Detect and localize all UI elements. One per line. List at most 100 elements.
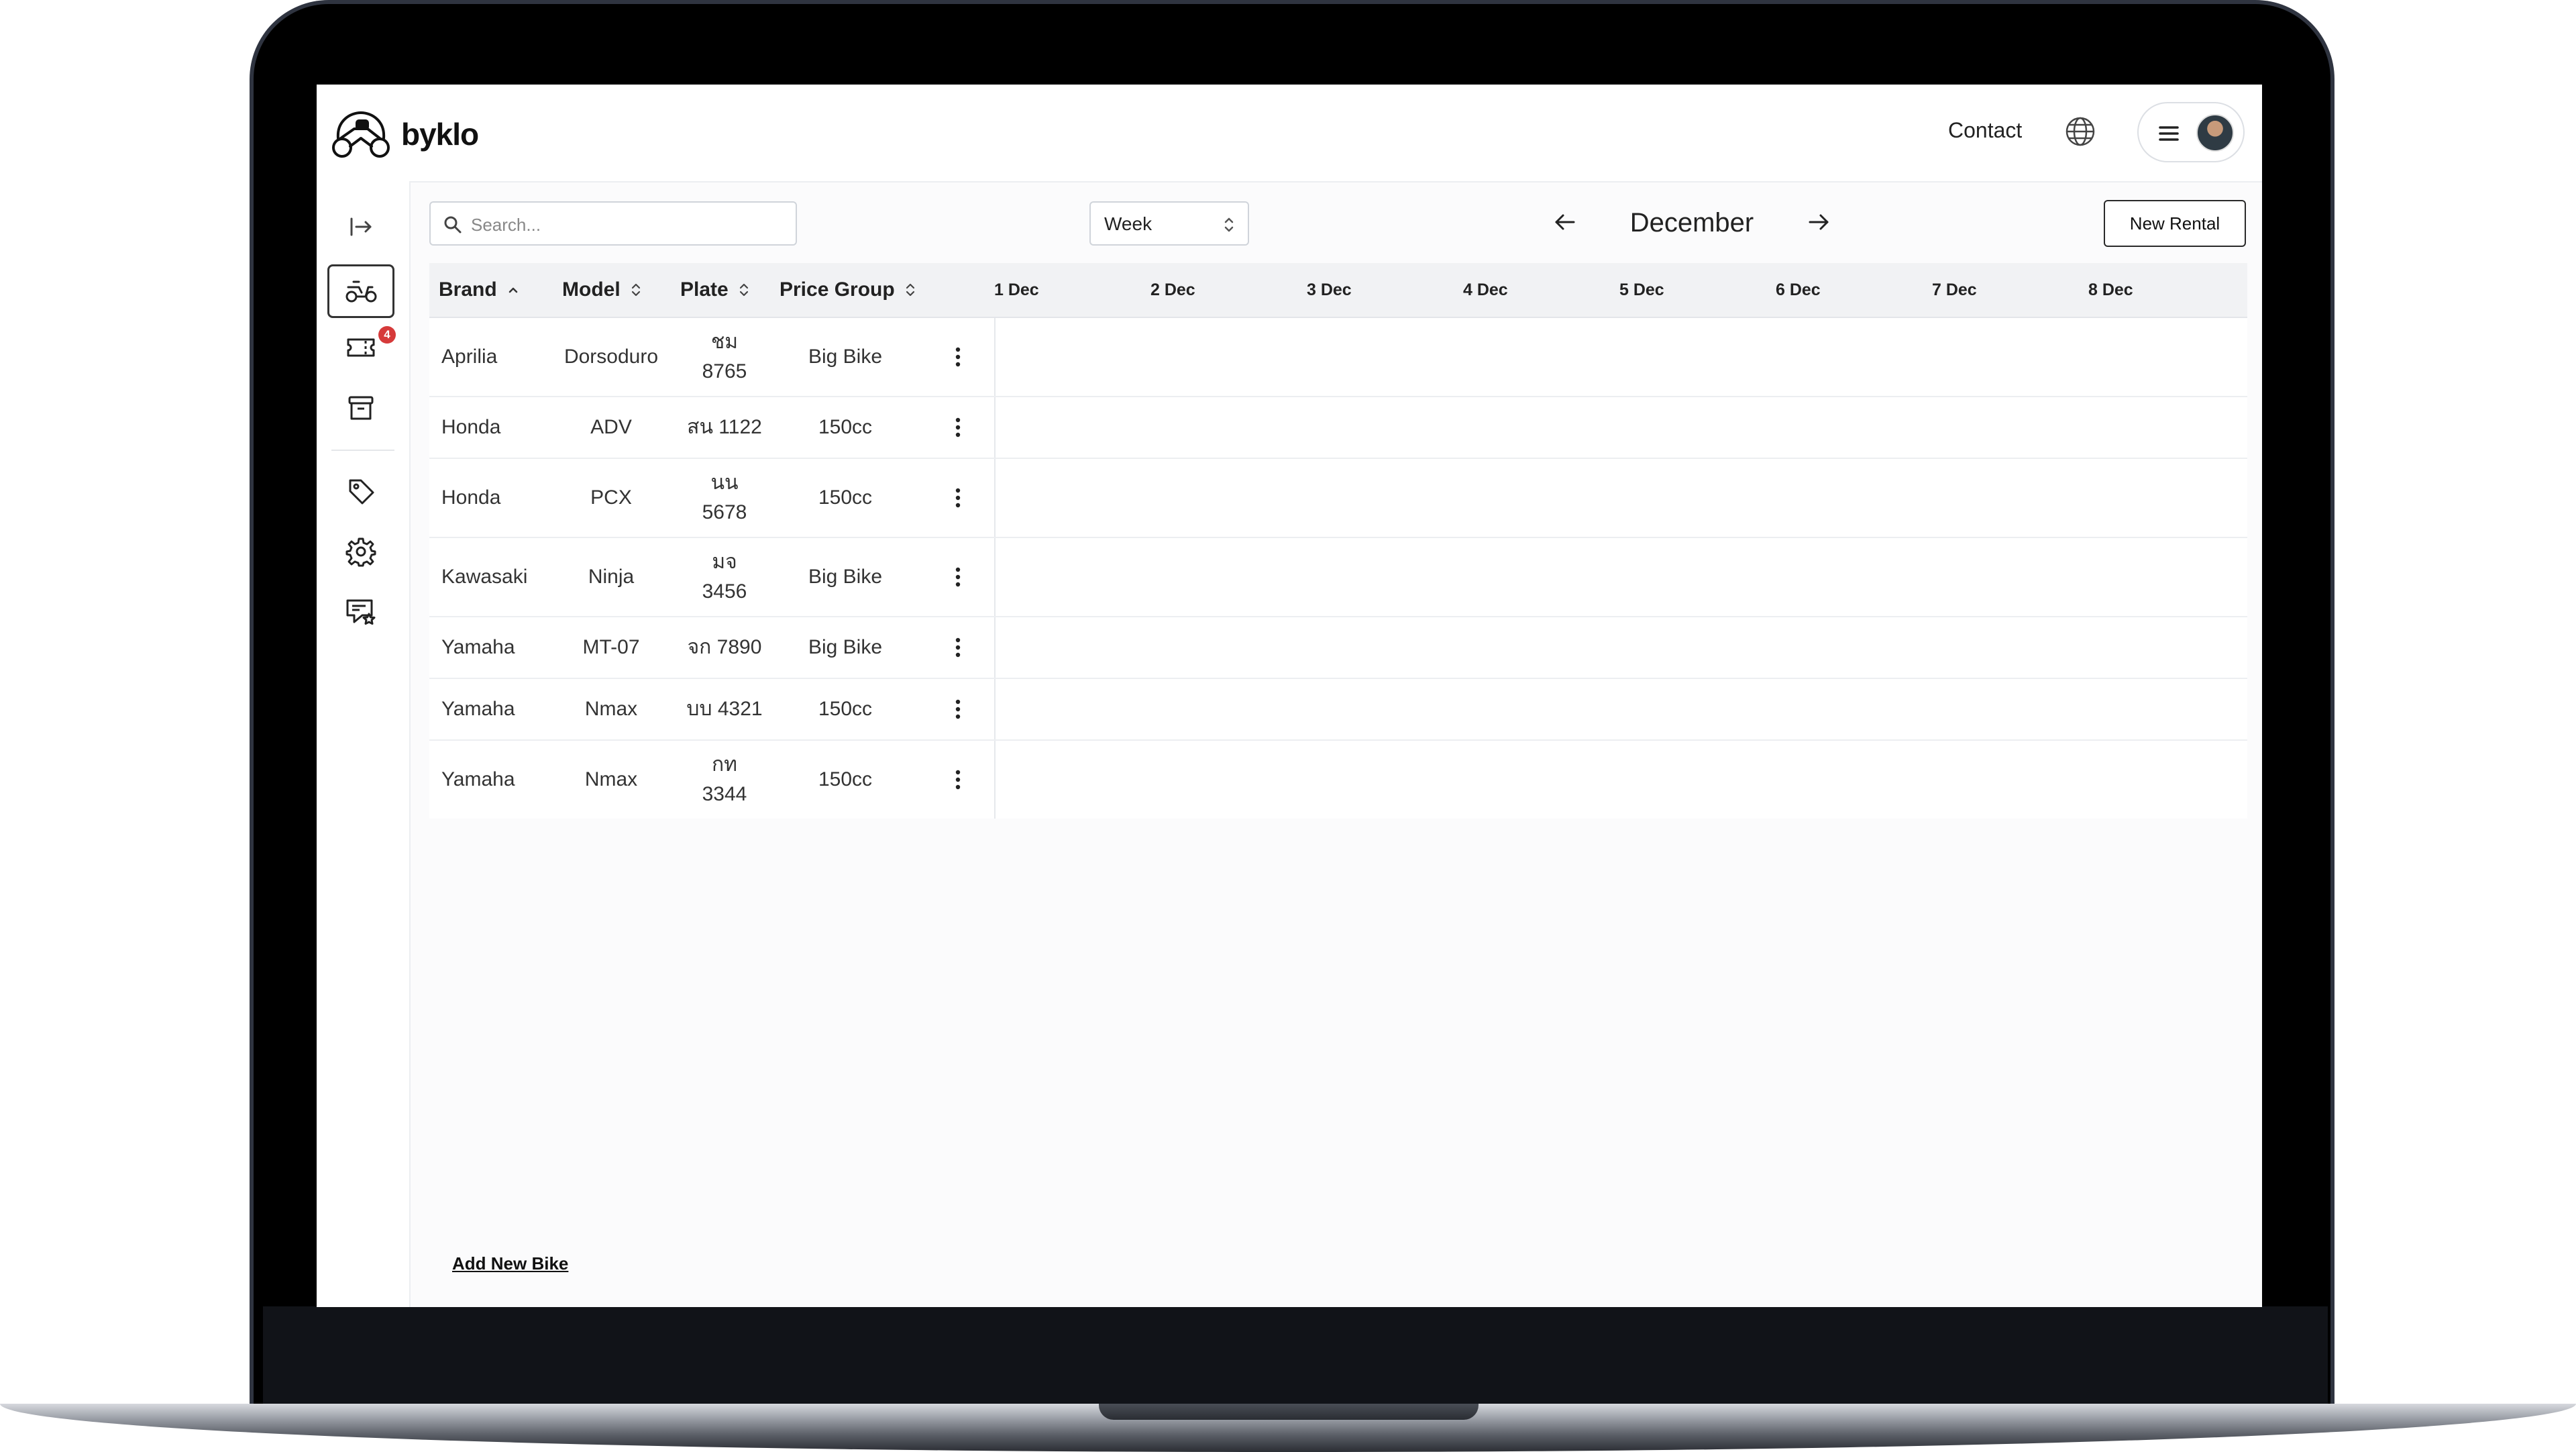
table-row[interactable]: Honda ADV สน 1122 150cc bbox=[429, 397, 2247, 459]
cell-price-group: Big Bike bbox=[808, 636, 883, 658]
row-menu-icon[interactable] bbox=[954, 318, 962, 396]
sidebar-item-archive[interactable] bbox=[327, 382, 394, 436]
table-row[interactable]: Yamaha Nmax กท 3344 150cc bbox=[429, 741, 2247, 819]
table-header: Brand Model Plate Price Group 1 Dec 2 De… bbox=[429, 263, 2247, 318]
sidebar-item-rentals[interactable]: 4 bbox=[327, 322, 396, 376]
column-header-brand[interactable]: Brand bbox=[439, 263, 520, 317]
sidebar-expand-button[interactable] bbox=[327, 201, 394, 255]
globe-icon[interactable] bbox=[2064, 115, 2096, 151]
month-label: December bbox=[1629, 208, 1754, 238]
column-header-model[interactable]: Model bbox=[562, 263, 642, 317]
column-divider bbox=[994, 318, 996, 396]
up-down-chevron-icon bbox=[1222, 216, 1236, 237]
row-menu-icon[interactable] bbox=[954, 397, 962, 458]
cell-brand: Kawasaki bbox=[441, 566, 528, 588]
cell-price-group: 150cc bbox=[818, 698, 873, 720]
row-menu-icon[interactable] bbox=[954, 741, 962, 819]
cell-plate: จก 7890 bbox=[687, 636, 762, 658]
view-select[interactable]: Week bbox=[1089, 201, 1249, 246]
cell-plate: มจ 3456 bbox=[702, 551, 747, 603]
column-header-price-group[interactable]: Price Group bbox=[780, 263, 916, 317]
hamburger-icon bbox=[2157, 122, 2180, 148]
app-name: byklo bbox=[401, 117, 479, 152]
cell-price-group: Big Bike bbox=[808, 346, 883, 368]
laptop-bezel bbox=[263, 1306, 2328, 1409]
cell-model: Dorsoduro bbox=[564, 346, 659, 368]
cell-price-group: Big Bike bbox=[808, 566, 883, 588]
add-new-bike-link[interactable]: Add New Bike bbox=[452, 1253, 568, 1274]
tag-icon bbox=[346, 476, 376, 509]
new-rental-button[interactable]: New Rental bbox=[2104, 200, 2246, 247]
table-row[interactable]: Honda PCX นน 5678 150cc bbox=[429, 459, 2247, 538]
table-row[interactable]: Aprilia Dorsoduro ชม 8765 Big Bike bbox=[429, 318, 2247, 397]
sidebar-item-bikes[interactable] bbox=[327, 264, 394, 318]
day-header: 8 Dec bbox=[2088, 280, 2133, 299]
cell-brand: Yamaha bbox=[441, 698, 515, 720]
archive-icon bbox=[346, 393, 376, 426]
row-menu-icon[interactable] bbox=[954, 538, 962, 616]
column-divider bbox=[994, 459, 996, 537]
search-icon bbox=[444, 216, 462, 234]
column-divider bbox=[994, 397, 996, 458]
sort-icon bbox=[631, 283, 640, 297]
day-header: 6 Dec bbox=[1776, 280, 1821, 299]
cell-price-group: 150cc bbox=[818, 768, 873, 790]
laptop-notch bbox=[1099, 1404, 1479, 1420]
cell-brand: Yamaha bbox=[441, 768, 515, 790]
column-header-plate[interactable]: Plate bbox=[680, 263, 750, 317]
scooter-icon bbox=[344, 275, 378, 308]
cell-model: Ninja bbox=[588, 566, 635, 588]
sidebar-item-pricing[interactable] bbox=[327, 466, 394, 519]
logo[interactable]: byklo bbox=[330, 109, 479, 160]
column-divider bbox=[994, 617, 996, 678]
row-menu-icon[interactable] bbox=[954, 679, 962, 739]
app-screen: byklo Contact 4 Search... Week December … bbox=[317, 85, 2262, 1307]
avatar bbox=[2196, 114, 2234, 152]
cell-brand: Honda bbox=[441, 416, 501, 438]
row-menu-icon[interactable] bbox=[954, 459, 962, 537]
arrow-right-icon[interactable] bbox=[1805, 208, 1833, 240]
cell-price-group: 150cc bbox=[818, 486, 873, 509]
cell-model: Nmax bbox=[584, 698, 638, 720]
contact-link[interactable]: Contact bbox=[1948, 118, 2022, 143]
table-row[interactable]: Yamaha Nmax บบ 4321 150cc bbox=[429, 679, 2247, 741]
cell-model: ADV bbox=[590, 416, 632, 438]
sidebar: 4 bbox=[317, 181, 411, 1307]
cell-model: MT-07 bbox=[582, 636, 640, 658]
column-divider bbox=[994, 538, 996, 616]
cell-plate: ชม 8765 bbox=[702, 331, 747, 382]
day-header: 2 Dec bbox=[1150, 280, 1195, 299]
day-header: 3 Dec bbox=[1307, 280, 1352, 299]
search-input[interactable] bbox=[470, 209, 788, 240]
sidebar-item-settings[interactable] bbox=[327, 526, 394, 580]
cell-plate: บบ 4321 bbox=[686, 698, 763, 720]
search-field[interactable] bbox=[429, 201, 797, 246]
view-select-value: Week bbox=[1104, 213, 1152, 234]
top-bar: byklo Contact bbox=[317, 85, 2262, 183]
table-row[interactable]: Yamaha MT-07 จก 7890 Big Bike bbox=[429, 617, 2247, 679]
cell-model: Nmax bbox=[584, 768, 638, 790]
gear-icon bbox=[345, 536, 376, 570]
row-menu-icon[interactable] bbox=[954, 617, 962, 678]
table-row[interactable]: Kawasaki Ninja มจ 3456 Big Bike bbox=[429, 538, 2247, 617]
cell-brand: Aprilia bbox=[441, 346, 498, 368]
sort-icon bbox=[739, 283, 748, 297]
month-navigator: December bbox=[1551, 203, 1833, 243]
cell-plate: สน 1122 bbox=[687, 416, 762, 438]
user-menu-button[interactable] bbox=[2137, 102, 2245, 162]
expand-sidebar-icon bbox=[347, 213, 374, 244]
sidebar-item-reviews[interactable] bbox=[327, 586, 394, 640]
arrow-left-icon[interactable] bbox=[1551, 208, 1579, 240]
cell-brand: Honda bbox=[441, 486, 501, 509]
day-header: 1 Dec bbox=[994, 280, 1039, 299]
ticket-icon bbox=[345, 334, 376, 364]
cell-price-group: 150cc bbox=[818, 416, 873, 438]
sort-asc-icon bbox=[508, 287, 517, 293]
motorbike-logo-icon bbox=[330, 109, 392, 160]
notification-badge: 4 bbox=[378, 326, 396, 344]
day-header: 7 Dec bbox=[1932, 280, 1977, 299]
column-divider bbox=[994, 679, 996, 739]
review-star-icon bbox=[345, 597, 377, 631]
sidebar-divider bbox=[331, 450, 394, 451]
bike-schedule-table: Brand Model Plate Price Group 1 Dec 2 De… bbox=[429, 263, 2247, 819]
